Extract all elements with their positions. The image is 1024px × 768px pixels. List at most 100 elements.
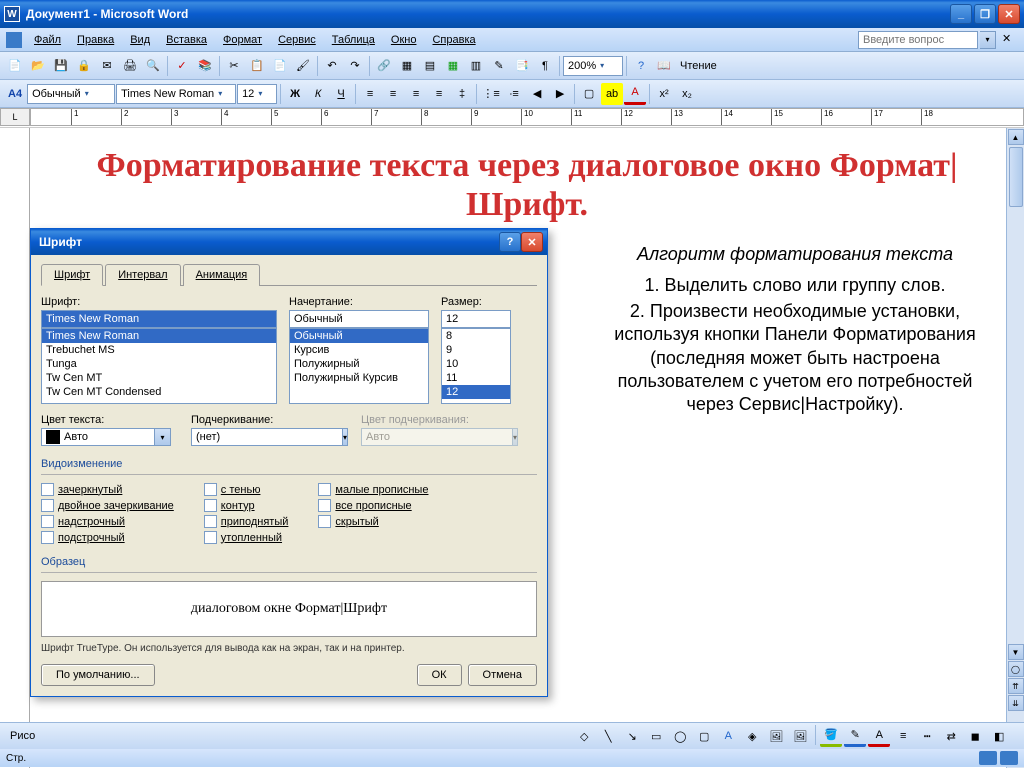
help-dropdown[interactable]: ▾ [980, 31, 996, 49]
cancel-button[interactable]: Отмена [468, 664, 537, 686]
font-color-draw-icon[interactable]: A [868, 725, 890, 747]
style-item-3[interactable]: Полужирный Курсив [290, 371, 428, 385]
diagram-icon[interactable]: ◈ [741, 725, 763, 747]
style-item-2[interactable]: Полужирный [290, 357, 428, 371]
check-double-strike[interactable]: двойное зачеркивание [41, 499, 174, 512]
font-item-3[interactable]: Tw Cen MT [42, 371, 276, 385]
line-spacing-icon[interactable]: ‡ [451, 83, 473, 105]
oval-icon[interactable]: ◯ [669, 725, 691, 747]
wordart-icon[interactable]: A [717, 725, 739, 747]
increase-indent-icon[interactable]: ▶ [549, 83, 571, 105]
check-shadow[interactable]: с тенью [204, 483, 289, 496]
next-page-icon[interactable]: ⇊ [1008, 695, 1024, 711]
lang-indicator[interactable] [979, 751, 997, 765]
dash-style-icon[interactable]: ┅ [916, 725, 938, 747]
textbox-icon[interactable]: ▢ [693, 725, 715, 747]
cut-icon[interactable]: ✂ [223, 55, 245, 77]
close-doc-icon[interactable]: ✕ [1002, 32, 1018, 48]
horizontal-ruler[interactable]: 12 34 56 78 910 1112 1314 1516 1718 [30, 108, 1024, 126]
dialog-close-button[interactable]: ✕ [521, 232, 543, 252]
size-item-2[interactable]: 10 [442, 357, 510, 371]
size-item-1[interactable]: 9 [442, 343, 510, 357]
clipart-icon[interactable]: 🖼 [765, 725, 787, 747]
bold-icon[interactable]: Ж [284, 83, 306, 105]
tab-animation[interactable]: Анимация [183, 264, 261, 286]
font-listbox[interactable]: Times New Roman Trebuchet MS Tunga Tw Ce… [41, 328, 277, 404]
check-all-caps[interactable]: все прописные [318, 499, 428, 512]
copy-icon[interactable]: 📋 [246, 55, 268, 77]
fill-color-icon[interactable]: 🪣 [820, 725, 842, 747]
research-icon[interactable]: 📚 [194, 55, 216, 77]
format-painter-icon[interactable]: 🖌 [292, 55, 314, 77]
size-input[interactable] [441, 310, 511, 328]
redo-icon[interactable]: ↷ [344, 55, 366, 77]
spellcheck-icon[interactable]: ✓ [171, 55, 193, 77]
menu-table[interactable]: Таблица [324, 32, 383, 48]
align-right-icon[interactable]: ≡ [405, 83, 427, 105]
vertical-scrollbar[interactable]: ▲ ▼ ◯ ⇈ ⇊ [1006, 128, 1024, 768]
status-indicator[interactable] [1000, 751, 1018, 765]
decrease-indent-icon[interactable]: ◀ [526, 83, 548, 105]
check-engrave[interactable]: утопленный [204, 531, 289, 544]
numbered-list-icon[interactable]: ⋮≡ [480, 83, 502, 105]
borders-icon[interactable]: ▢ [578, 83, 600, 105]
print-icon[interactable]: 🖨 [119, 55, 141, 77]
check-hidden[interactable]: скрытый [318, 515, 428, 528]
font-input[interactable] [41, 310, 277, 328]
line-icon[interactable]: ╲ [597, 725, 619, 747]
reading-layout-icon[interactable]: 📖 [653, 55, 675, 77]
align-center-icon[interactable]: ≡ [382, 83, 404, 105]
line-color-icon[interactable]: ✎ [844, 725, 866, 747]
subscript-icon[interactable]: x₂ [676, 83, 698, 105]
paste-icon[interactable]: 📄 [269, 55, 291, 77]
style-listbox[interactable]: Обычный Курсив Полужирный Полужирный Кур… [289, 328, 429, 404]
underline-combo[interactable] [191, 428, 343, 446]
highlight-icon[interactable]: ab [601, 83, 623, 105]
menu-format[interactable]: Формат [215, 32, 270, 48]
hyperlink-icon[interactable]: 🔗 [373, 55, 395, 77]
style-item-0[interactable]: Обычный [290, 329, 428, 343]
rectangle-icon[interactable]: ▭ [645, 725, 667, 747]
align-left-icon[interactable]: ≡ [359, 83, 381, 105]
save-icon[interactable]: 💾 [50, 55, 72, 77]
size-item-4[interactable]: 12 [442, 385, 510, 399]
menu-tools[interactable]: Сервис [270, 32, 324, 48]
style-input[interactable] [289, 310, 429, 328]
email-icon[interactable]: ✉ [96, 55, 118, 77]
tables-borders-icon[interactable]: ▦ [396, 55, 418, 77]
docmap-icon[interactable]: 📑 [511, 55, 533, 77]
scroll-down-arrow[interactable]: ▼ [1008, 644, 1024, 660]
ok-button[interactable]: ОК [417, 664, 462, 686]
check-outline[interactable]: контур [204, 499, 289, 512]
shadow-style-icon[interactable]: ◼ [964, 725, 986, 747]
color-dropdown[interactable]: ▾ [155, 428, 171, 446]
font-item-0[interactable]: Times New Roman [42, 329, 276, 343]
drawing-icon[interactable]: ✎ [488, 55, 510, 77]
bullet-list-icon[interactable]: ∙≡ [503, 83, 525, 105]
draw-menu-label[interactable]: Рисо [4, 730, 41, 742]
color-combo[interactable]: Авто [41, 428, 155, 446]
style-combo[interactable]: Обычный▾ [27, 84, 115, 104]
font-item-4[interactable]: Tw Cen MT Condensed [42, 385, 276, 399]
style-item-1[interactable]: Курсив [290, 343, 428, 357]
tab-selector[interactable]: L [0, 108, 30, 126]
underline-dropdown[interactable]: ▾ [343, 428, 348, 446]
menu-file[interactable]: Файл [26, 32, 69, 48]
superscript-icon[interactable]: x² [653, 83, 675, 105]
menu-insert[interactable]: Вставка [158, 32, 215, 48]
justify-icon[interactable]: ≡ [428, 83, 450, 105]
excel-icon[interactable]: ▦ [442, 55, 464, 77]
permission-icon[interactable]: 🔒 [73, 55, 95, 77]
maximize-button[interactable]: ❐ [974, 4, 996, 24]
check-subscript[interactable]: подстрочный [41, 531, 174, 544]
line-style-icon[interactable]: ≡ [892, 725, 914, 747]
size-listbox[interactable]: 8 9 10 11 12 [441, 328, 511, 404]
size-item-3[interactable]: 11 [442, 371, 510, 385]
help-search-input[interactable] [858, 31, 978, 49]
arrow-style-icon[interactable]: ⇄ [940, 725, 962, 747]
new-doc-icon[interactable]: 📄 [4, 55, 26, 77]
help-icon[interactable]: ? [630, 55, 652, 77]
size-item-0[interactable]: 8 [442, 329, 510, 343]
columns-icon[interactable]: ▥ [465, 55, 487, 77]
minimize-button[interactable]: _ [950, 4, 972, 24]
